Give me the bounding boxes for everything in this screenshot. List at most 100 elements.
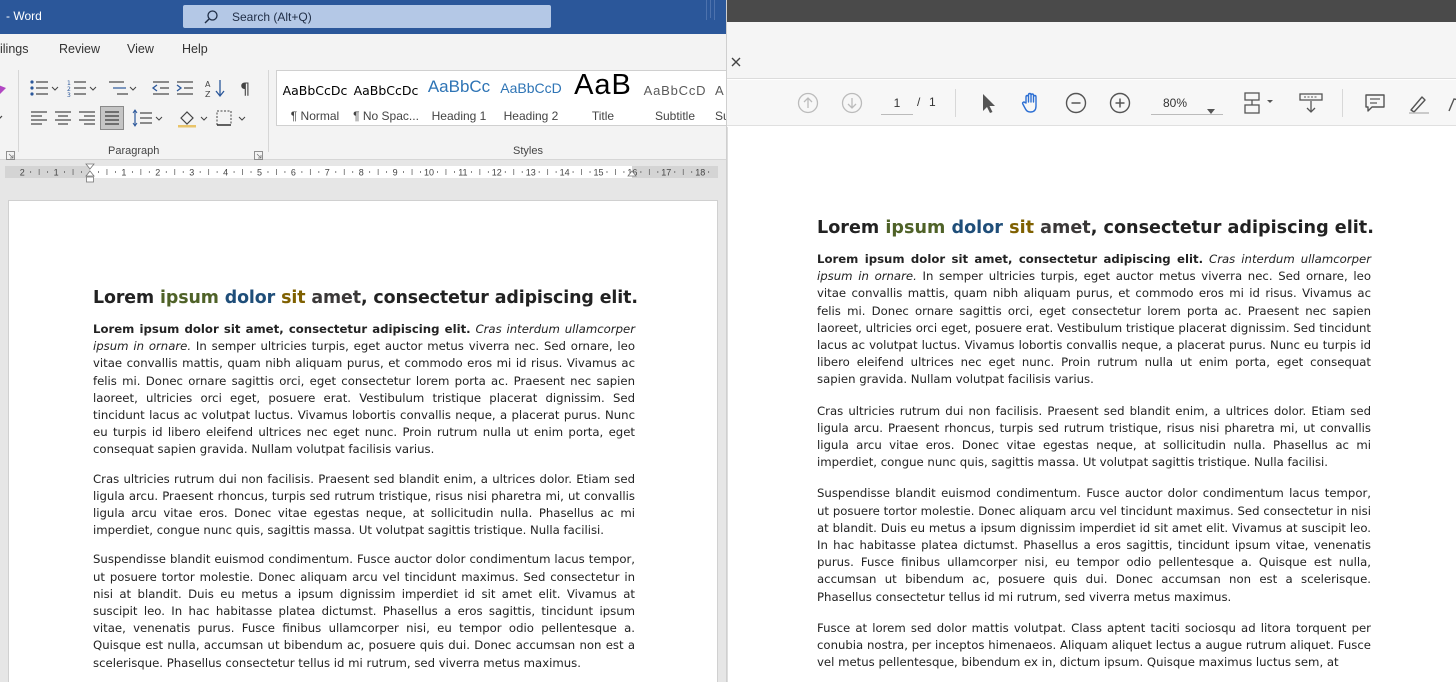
- group-separator: [268, 70, 269, 152]
- style-no-spacing[interactable]: AaBbCcDc ¶ No Spac...: [350, 71, 422, 127]
- style-heading-2[interactable]: AaBbCcD Heading 2: [495, 71, 567, 127]
- group-separator: [18, 70, 19, 152]
- style-heading-1[interactable]: AaBbCc Heading 1: [423, 71, 495, 127]
- borders-icon[interactable]: [214, 108, 248, 128]
- align-center-icon[interactable]: [52, 108, 74, 128]
- hand-tool-icon[interactable]: [1019, 91, 1043, 115]
- ruler-number: 15: [593, 168, 603, 178]
- format-painter-icon[interactable]: [0, 78, 10, 98]
- ruler-number: 14: [560, 168, 570, 178]
- paragraph-4: Fusce at lorem sed dolor mattis volutpat…: [817, 620, 1371, 670]
- ruler-number: 9: [393, 168, 398, 178]
- page-number-input[interactable]: 1: [881, 93, 913, 115]
- style-name: ¶ No Spac...: [353, 109, 419, 123]
- align-left-icon[interactable]: [28, 108, 50, 128]
- dropdown-arrow-icon[interactable]: [0, 108, 6, 128]
- word-window: - Word Search (Alt+Q) ilings Review View…: [0, 0, 726, 682]
- draw-icon[interactable]: [1447, 91, 1456, 115]
- line-spacing-icon[interactable]: [132, 108, 164, 128]
- tab-help[interactable]: Help: [182, 42, 208, 56]
- svg-text:¶: ¶: [240, 79, 250, 98]
- left-indent-marker[interactable]: [86, 176, 94, 183]
- page-fit-icon[interactable]: [1242, 91, 1276, 115]
- group-label-styles: Styles: [513, 145, 543, 157]
- title-part: dolor: [951, 218, 1003, 238]
- word-app-title: - Word: [6, 9, 42, 23]
- title-part: amet: [1040, 218, 1091, 238]
- comment-icon[interactable]: [1363, 91, 1387, 115]
- title-part: dolor: [224, 288, 276, 308]
- increase-indent-icon[interactable]: [174, 78, 196, 98]
- document-title: Lorem ipsum dolor sit amet, consectetur …: [817, 216, 1374, 240]
- pdf-viewer-window: 1 / 1 80% Lorem ipsum dolor sit amet, co…: [726, 0, 1456, 682]
- title-part: Lorem: [817, 218, 886, 238]
- zoom-value: 80%: [1163, 96, 1188, 110]
- tab-mailings[interactable]: ilings: [0, 42, 29, 56]
- zoom-out-icon[interactable]: [1064, 91, 1088, 115]
- scroll-mode-icon[interactable]: [1297, 91, 1325, 115]
- ribbon-tabs: ilings Review View Help: [0, 34, 726, 64]
- title-part: ipsum: [885, 218, 946, 238]
- ruler-number: 11: [458, 168, 467, 178]
- prev-page-icon[interactable]: [796, 91, 820, 115]
- zoom-select[interactable]: 80%: [1151, 93, 1223, 115]
- paragraph-3: Suspendisse blandit euismod condimentum.…: [817, 486, 1371, 604]
- ruler-number: 3: [189, 168, 194, 178]
- clipboard-launcher-icon[interactable]: [6, 147, 15, 160]
- ruler-number: 12: [492, 168, 502, 178]
- bullets-icon[interactable]: [28, 78, 60, 98]
- screen: - Word Search (Alt+Q) ilings Review View…: [0, 0, 1456, 682]
- title-part: amet: [311, 288, 361, 308]
- select-tool-icon[interactable]: [976, 91, 1000, 115]
- style-sample: A: [715, 83, 724, 98]
- group-label-paragraph: Paragraph: [108, 145, 160, 157]
- title-part: ipsum: [159, 288, 219, 308]
- ruler-number: 1: [121, 168, 126, 178]
- pdf-top-bar: [727, 0, 1456, 22]
- highlight-icon[interactable]: [1407, 91, 1431, 115]
- paragraph-launcher-icon[interactable]: [254, 147, 263, 160]
- word-search-box[interactable]: Search (Alt+Q): [183, 5, 551, 28]
- horizontal-ruler[interactable]: 21123456789101112131415161718: [0, 160, 726, 184]
- decrease-indent-icon[interactable]: [150, 78, 172, 98]
- style-name: Title: [591, 109, 615, 123]
- close-icon[interactable]: [731, 54, 741, 67]
- style-name: ¶ Normal: [290, 109, 340, 123]
- ruler-number: 18: [695, 168, 705, 178]
- chevron-down-icon: [1207, 101, 1215, 114]
- tab-view[interactable]: View: [127, 42, 154, 56]
- ribbon-body: 123 AZ ¶ Paragraph AaBbCcDc ¶ Normal AaB…: [0, 64, 726, 160]
- zoom-in-icon[interactable]: [1108, 91, 1132, 115]
- style-name: Heading 2: [503, 109, 559, 123]
- style-normal[interactable]: AaBbCcDc ¶ Normal: [279, 71, 351, 127]
- word-document-body[interactable]: Lorem ipsum dolor sit amet, consectetur …: [93, 286, 638, 682]
- numbering-icon[interactable]: 123: [66, 78, 98, 99]
- pdf-page[interactable]: Lorem ipsum dolor sit amet, consectetur …: [727, 127, 1456, 682]
- sort-icon[interactable]: AZ: [204, 78, 226, 99]
- paragraph-1-bold: Lorem ipsum dolor sit amet, consectetur …: [93, 322, 471, 336]
- justify-icon[interactable]: [100, 106, 124, 130]
- style-name: Subtitle: [654, 109, 696, 123]
- ruler-number: 4: [223, 168, 228, 178]
- svg-text:Z: Z: [205, 90, 211, 98]
- search-placeholder: Search (Alt+Q): [232, 10, 312, 24]
- paragraph-1-rest: In semper ultricies turpis, eget auctor …: [817, 269, 1371, 387]
- style-sample: AaBbCcDc: [353, 83, 419, 98]
- next-page-icon[interactable]: [840, 91, 864, 115]
- ruler-number: 1: [54, 168, 59, 178]
- titlebar-decoration: [704, 0, 720, 22]
- word-page[interactable]: Lorem ipsum dolor sit amet, consectetur …: [8, 200, 718, 682]
- shading-icon[interactable]: [176, 108, 210, 128]
- paragraph-2: Cras ultricies rutrum dui non facilisis.…: [93, 471, 635, 538]
- ruler-number: 5: [257, 168, 262, 178]
- ruler-number: 13: [526, 168, 536, 178]
- show-formatting-icon[interactable]: ¶: [236, 78, 258, 98]
- style-subtitle[interactable]: AaBbCcD Subtitle: [639, 71, 711, 127]
- style-subtle[interactable]: A Su: [711, 71, 726, 127]
- multilevel-list-icon[interactable]: [106, 78, 138, 98]
- align-right-icon[interactable]: [76, 108, 98, 128]
- paragraph-1: Lorem ipsum dolor sit amet, consectetur …: [817, 251, 1371, 389]
- title-part: , consectetur adipiscing elit.: [360, 288, 638, 308]
- style-title[interactable]: AaB Title: [567, 71, 639, 127]
- tab-review[interactable]: Review: [59, 42, 100, 56]
